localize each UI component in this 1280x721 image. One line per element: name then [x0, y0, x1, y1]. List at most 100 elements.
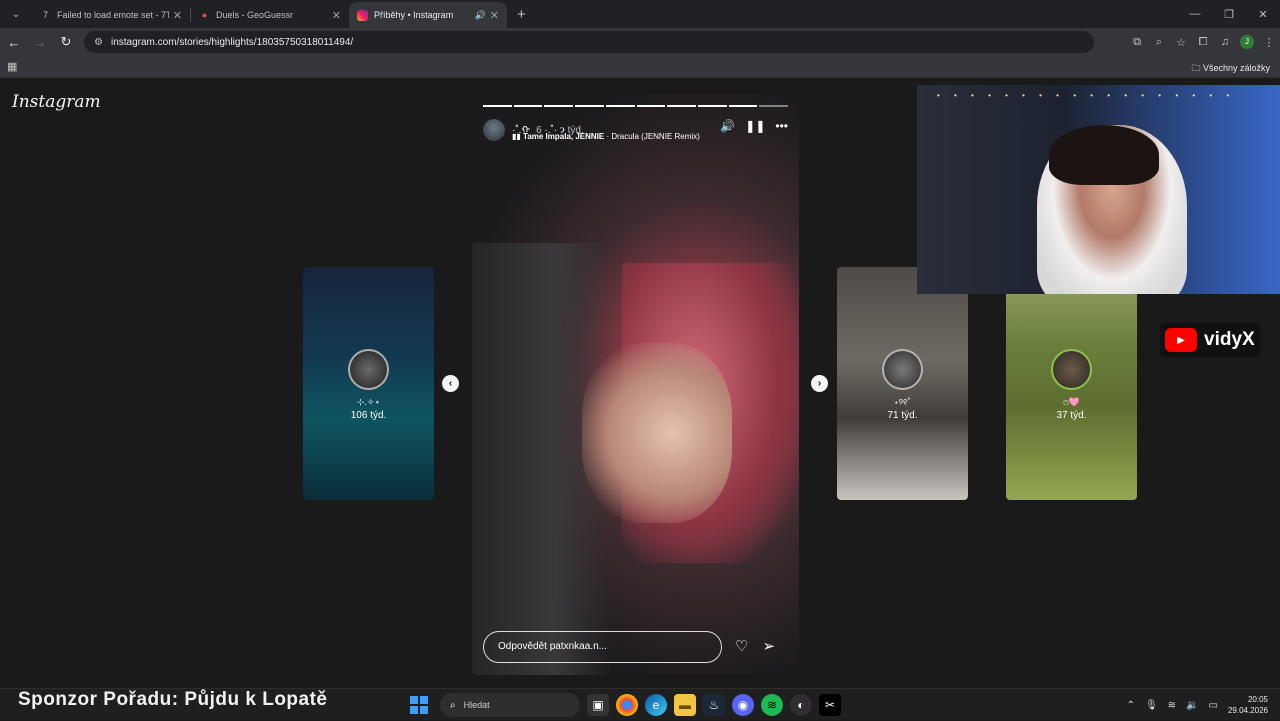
minimize-icon[interactable]: —	[1178, 0, 1212, 28]
webcam-overlay: • • • • • • • • • • • • • • • • • •	[917, 85, 1280, 294]
progress-segment	[667, 105, 696, 107]
tab-7tv[interactable]: 7 Failed to load emote set - 7TV ✕	[32, 2, 190, 28]
bookmarks-bar: ▦ 🗀 Všechny záložky	[0, 56, 1280, 78]
7tv-icon: 7	[42, 10, 48, 20]
next-story-button[interactable]: ›	[811, 375, 828, 392]
volume-icon[interactable]: 🔉	[1186, 700, 1198, 711]
new-tab-button[interactable]: +	[517, 6, 526, 23]
progress-segment	[544, 105, 574, 107]
install-app-icon[interactable]: ⧉	[1126, 36, 1148, 49]
back-icon[interactable]: ←	[2, 35, 26, 50]
steam-icon[interactable]: ♨	[703, 694, 725, 716]
tab-geoguessr[interactable]: ● Duels - GeoGuessr ✕	[191, 2, 349, 28]
chevron-up-icon[interactable]: ⌃	[1127, 700, 1135, 711]
url-text: instagram.com/stories/highlights/1803575…	[110, 36, 354, 48]
channel-name: vidyX	[1204, 329, 1255, 350]
tab-instagram[interactable]: Příběhy • Instagram 🔊 ✕	[349, 2, 507, 28]
discord-icon[interactable]: ◉	[732, 694, 754, 716]
media-icon[interactable]: ♫	[1214, 36, 1236, 48]
close-icon[interactable]: ✕	[332, 9, 341, 22]
progress-segment	[728, 105, 758, 107]
task-view-icon[interactable]: ▣	[587, 694, 609, 716]
story-controls: 🔊 ❚❚ •••	[720, 119, 788, 133]
side-story-left[interactable]: ⊹.✧⋆ 106 týd.	[303, 267, 434, 500]
story-time: 71 týd.	[887, 410, 918, 421]
story-username: ෆ🩷	[1062, 397, 1081, 407]
capcut-icon[interactable]: ✂	[819, 694, 841, 716]
toolbar-icons: ⧉ ⌕ ☆ ⧠ ♫ J ⋮	[1126, 28, 1280, 56]
progress-segment	[759, 105, 789, 107]
instagram-logo[interactable]: Instagram	[12, 92, 101, 112]
story-music[interactable]: ▮▮ Tame Impala, JENNIE · Dracula (JENNIE…	[512, 132, 700, 141]
forward-icon[interactable]: →	[28, 35, 52, 50]
send-icon[interactable]: ➢	[762, 637, 775, 655]
bookmark-star-icon[interactable]: ☆	[1170, 36, 1192, 49]
taskbar-search[interactable]: ⌕ Hledat	[440, 693, 580, 717]
close-icon[interactable]: ✕	[173, 9, 182, 22]
previous-story-button[interactable]: ‹	[442, 375, 459, 392]
pause-icon[interactable]: ❚❚	[745, 119, 765, 133]
profile-avatar[interactable]: J	[1240, 35, 1254, 49]
zoom-icon[interactable]: ⌕	[1148, 36, 1170, 49]
clock-time: 20:05	[1247, 695, 1268, 704]
story-username: ⋆୨୧˚	[894, 397, 911, 407]
address-bar[interactable]: ⚙ instagram.com/stories/highlights/18035…	[84, 31, 1094, 53]
music-artist: Tame Impala, JENNIE	[523, 132, 605, 141]
wifi-icon[interactable]: ≋	[1168, 700, 1176, 711]
volume-icon[interactable]: 🔊	[720, 119, 735, 133]
edge-icon[interactable]: e	[645, 694, 667, 716]
close-window-icon[interactable]: ✕	[1246, 0, 1280, 28]
tab-search-button[interactable]: ⌄	[4, 2, 28, 26]
system-tray: ⌃ 🎙 ≋ 🔉 ▭ 20:05 29.04.2026	[1127, 689, 1280, 721]
all-bookmarks-button[interactable]: 🗀 Všechny záložky	[1191, 61, 1270, 77]
tab-title: Příběhy • Instagram	[374, 10, 454, 20]
progress-segment	[513, 105, 543, 107]
channel-watermark: ▶ vidyX	[1160, 323, 1260, 357]
battery-icon[interactable]: ▭	[1209, 700, 1218, 711]
taskbar-apps: ⌕ Hledat ▣ e ▬ ♨ ◉ ≋ ◐ ✂	[410, 693, 841, 717]
windows-start-icon[interactable]	[410, 696, 428, 714]
story-header: ·˚.ᡣ𐭩 ·˚.· 6 týd. ▮▮ Tame Impala, JENNIE…	[483, 117, 788, 145]
avatar[interactable]	[483, 119, 505, 141]
instagram-story-viewer: Instagram ⊹.✧⋆ 106 týd. ‹ ·˚.ᡣ𐭩 ·˚.· 6 t…	[0, 80, 1280, 688]
reload-icon[interactable]: ↻	[54, 34, 78, 50]
menu-icon[interactable]: ⋮	[1258, 36, 1280, 49]
avatar	[348, 349, 389, 390]
chrome-icon[interactable]	[616, 694, 638, 716]
search-placeholder: Hledat	[463, 700, 490, 710]
restore-icon[interactable]: ❐	[1212, 0, 1246, 28]
obs-icon[interactable]: ◐	[790, 694, 812, 716]
clock[interactable]: 20:05 29.04.2026	[1228, 694, 1268, 716]
avatar	[1051, 349, 1092, 390]
heart-icon[interactable]: ♡	[735, 637, 748, 655]
more-options-icon[interactable]: •••	[775, 119, 788, 133]
site-info-icon[interactable]: ⚙	[94, 37, 103, 48]
search-icon: ⌕	[450, 699, 456, 711]
extensions-icon[interactable]: ⧠	[1192, 36, 1214, 49]
fairy-lights-decoration: • • • • • • • • • • • • • • • • • •	[937, 91, 1236, 100]
file-explorer-icon[interactable]: ▬	[674, 694, 696, 716]
map-pin-icon: ●	[201, 10, 208, 20]
spotify-icon[interactable]: ≋	[761, 694, 783, 716]
side-story-right-1[interactable]: ⋆୨୧˚ 71 týd.	[837, 267, 968, 500]
reply-input[interactable]: Odpovědět patxnkaa.n...	[483, 631, 722, 663]
clock-date: 29.04.2026	[1227, 706, 1268, 715]
microphone-icon[interactable]: 🎙	[1145, 700, 1158, 711]
youtube-logo-icon: ▶	[1165, 328, 1197, 352]
apps-grid-icon[interactable]: ▦	[7, 60, 17, 73]
main-story[interactable]: ·˚.ᡣ𐭩 ·˚.· 6 týd. ▮▮ Tame Impala, JENNIE…	[472, 93, 799, 675]
side-story-right-2[interactable]: ෆ🩷 37 týd.	[1006, 267, 1137, 500]
story-photo-detail	[582, 343, 732, 523]
streamer-image-detail	[1049, 125, 1159, 185]
speaker-icon[interactable]: 🔊	[475, 10, 486, 21]
all-bookmarks-label: Všechny záložky	[1202, 63, 1270, 73]
music-title: · Dracula (JENNIE Remix)	[604, 132, 700, 141]
story-username: ⊹.✧⋆	[356, 397, 381, 407]
progress-segment	[605, 105, 635, 107]
progress-segment	[697, 105, 727, 107]
progress-segment	[636, 105, 666, 107]
taskbar: Sponzor Pořadu: Půjdu k Lopatě ⌕ Hledat …	[0, 688, 1280, 720]
tab-title: Duels - GeoGuessr	[216, 10, 294, 20]
close-icon[interactable]: ✕	[490, 9, 499, 22]
story-time: 106 týd.	[350, 410, 387, 421]
